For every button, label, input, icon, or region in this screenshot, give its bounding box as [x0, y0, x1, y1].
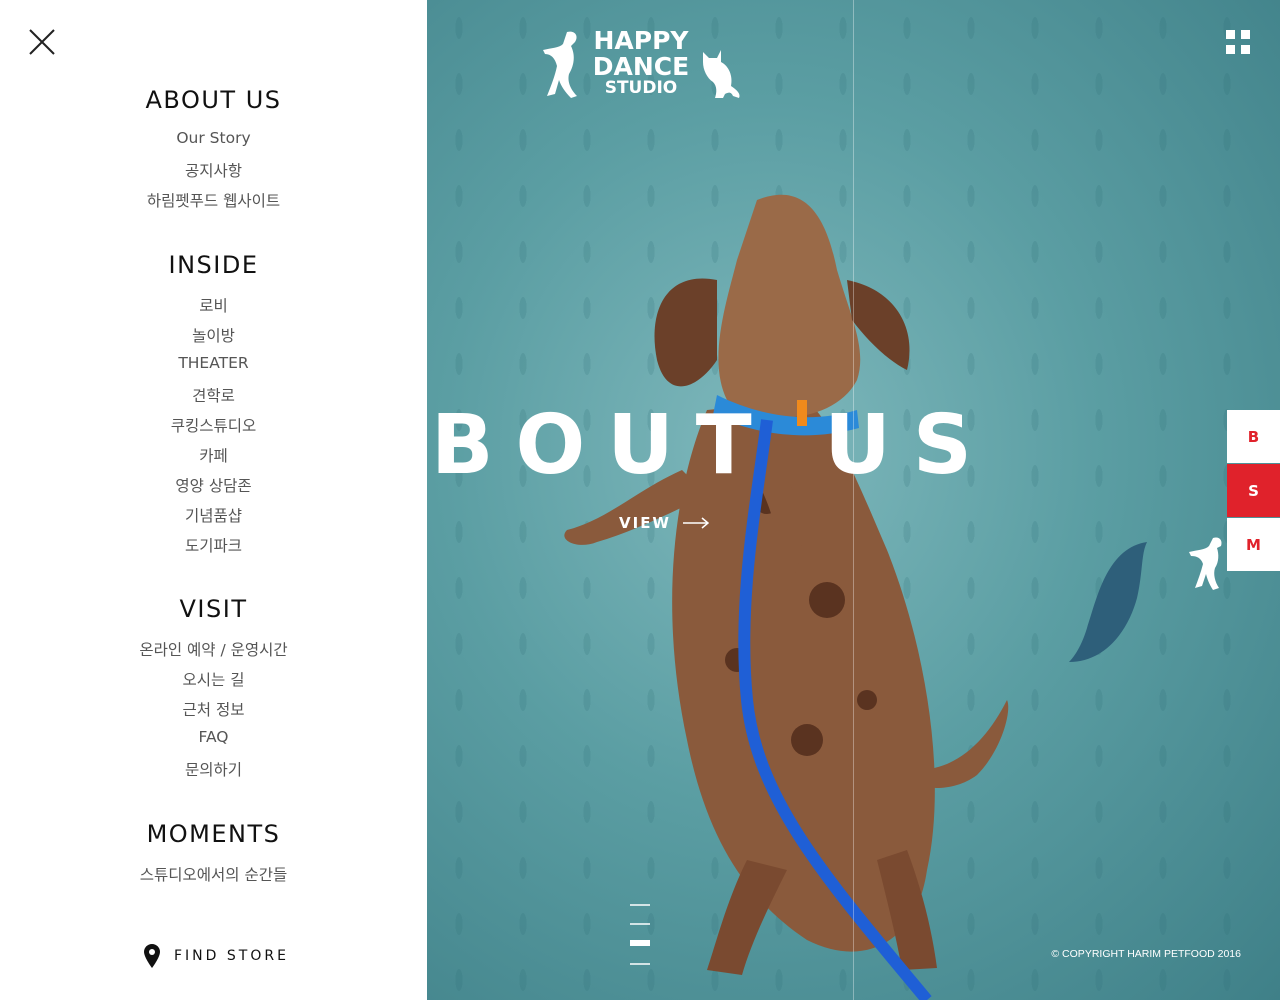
center-divider	[853, 0, 854, 1000]
menu-item-studio-moments[interactable]: 스튜디오에서의 순간들	[0, 863, 427, 885]
copyright-text: © COPYRIGHT HARIM PETFOOD 2016	[1051, 948, 1241, 960]
menu-item-lobby[interactable]: 로비	[0, 294, 427, 316]
find-store-link[interactable]: FIND STORE	[144, 944, 289, 968]
menu-section-about-us[interactable]: ABOUT US	[0, 86, 427, 114]
menu-item-playroom[interactable]: 놀이방	[0, 324, 427, 346]
logo[interactable]: HAPPY DANCE STUDIO	[541, 26, 741, 102]
view-label: VIEW	[619, 514, 671, 532]
dog-silhouette-icon	[1189, 537, 1222, 590]
menu-item-cooking-studio[interactable]: 쿠킹스튜디오	[0, 414, 427, 436]
side-tab-m[interactable]: M	[1227, 518, 1280, 571]
menu-item-contact[interactable]: 문의하기	[0, 758, 427, 780]
grid-menu-icon[interactable]	[1226, 30, 1250, 54]
menu-item-souvenir-shop[interactable]: 기념품샵	[0, 504, 427, 526]
menu-item-cafe[interactable]: 카페	[0, 444, 427, 466]
menu-item-directions[interactable]: 오시는 길	[0, 668, 427, 690]
side-tab-bar: B S M	[1227, 410, 1280, 572]
view-button[interactable]: VIEW	[619, 514, 709, 532]
slide-pager	[630, 904, 650, 982]
pager-dot-2[interactable]	[630, 923, 650, 925]
pager-dot-4[interactable]	[630, 963, 650, 965]
menu-item-our-story[interactable]: Our Story	[0, 129, 427, 147]
menu-item-notice[interactable]: 공지사항	[0, 159, 427, 181]
close-icon[interactable]	[28, 28, 56, 56]
logo-line-dance: DANCE	[592, 52, 690, 81]
hero-title: BOUT US	[431, 398, 994, 493]
menu-item-nutrition-zone[interactable]: 영양 상담존	[0, 474, 427, 496]
find-store-label: FIND STORE	[174, 948, 289, 964]
logo-line-happy: HAPPY	[593, 26, 689, 55]
menu-section-visit[interactable]: VISIT	[0, 595, 427, 623]
side-tab-b[interactable]: B	[1227, 410, 1280, 463]
logo-line-studio: STUDIO	[604, 78, 678, 98]
menu-item-tour-route[interactable]: 견학로	[0, 384, 427, 406]
nav-menu-panel: ABOUT US Our Story 공지사항 하림펫푸드 웹사이트 INSID…	[0, 0, 427, 1000]
menu-item-faq[interactable]: FAQ	[0, 728, 427, 746]
logo-dog-left-icon	[543, 31, 577, 98]
menu-item-nearby-info[interactable]: 근처 정보	[0, 698, 427, 720]
arrow-right-icon	[682, 517, 709, 529]
menu-section-inside[interactable]: INSIDE	[0, 251, 427, 279]
menu-item-harim-website[interactable]: 하림펫푸드 웹사이트	[0, 189, 427, 211]
map-pin-icon	[144, 944, 160, 968]
menu-item-reservation-hours[interactable]: 온라인 예약 / 운영시간	[0, 638, 427, 660]
leaf-decoration	[1069, 542, 1147, 662]
hero-section: HAPPY DANCE STUDIO BOUT US VIEW © COPYRI…	[427, 0, 1280, 1000]
side-tab-s[interactable]: S	[1227, 464, 1280, 517]
pager-dot-1[interactable]	[630, 904, 650, 906]
logo-cat-right-icon	[703, 50, 740, 98]
menu-section-moments[interactable]: MOMENTS	[0, 820, 427, 848]
menu-item-theater[interactable]: THEATER	[0, 354, 427, 372]
dancing-dog-image	[564, 194, 1009, 1000]
pager-dot-3-active[interactable]	[630, 940, 650, 946]
menu-item-doggy-park[interactable]: 도기파크	[0, 534, 427, 556]
